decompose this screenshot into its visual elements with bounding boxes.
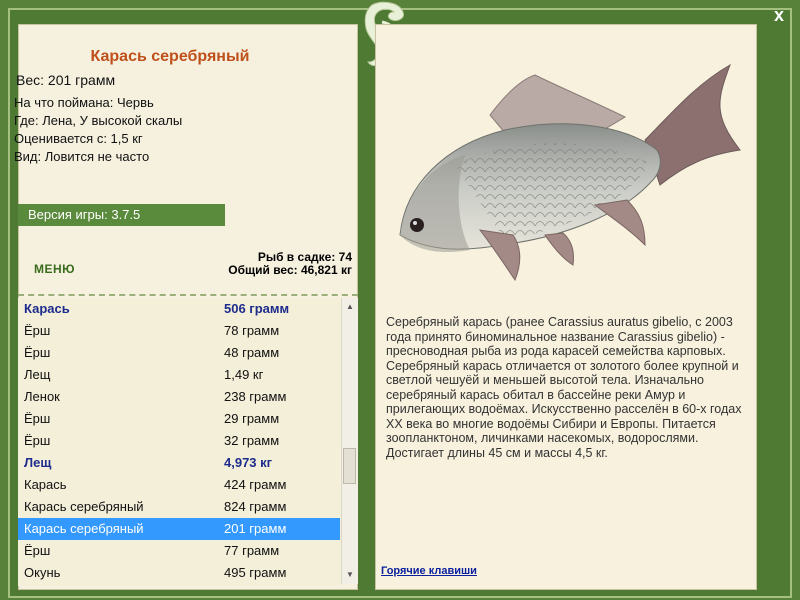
scroll-up-arrow-icon[interactable]: ▲: [342, 300, 358, 314]
list-item-weight: 238 грамм: [224, 389, 287, 404]
list-item-weight: 424 грамм: [224, 477, 287, 492]
list-item-weight: 201 грамм: [224, 521, 287, 536]
list-item[interactable]: Ёрш 48 грамм: [18, 342, 340, 364]
list-item-name: Карась: [24, 301, 70, 316]
list-item[interactable]: Ёрш 77 грамм: [18, 540, 340, 562]
list-item[interactable]: Ёрш 29 грамм: [18, 408, 340, 430]
list-item-name: Карась серебряный: [24, 521, 144, 536]
fish-image: [399, 63, 741, 282]
catch-list[interactable]: Карась 506 грамм Ёрш 78 грамм Ёрш 48 грамм Лещ…: [18, 298, 340, 586]
list-item[interactable]: Карась серебряный 824 грамм: [18, 496, 340, 518]
close-icon[interactable]: x: [774, 5, 784, 25]
list-item-name: Лещ: [24, 455, 52, 470]
fish-description: Серебряный карась (ранее Carassius aurat…: [386, 315, 742, 460]
fish-rarity: Вид: Ловится не часто: [14, 149, 150, 164]
scroll-thumb[interactable]: [343, 448, 356, 484]
fish-bait: На что поймана: Червь: [14, 95, 154, 110]
list-scrollbar[interactable]: ▲ ▼: [341, 298, 358, 584]
list-item-weight: 48 грамм: [224, 345, 280, 360]
version-label: Версия игры: 3.7.5: [18, 204, 225, 226]
hotkeys-link[interactable]: Горячие клавиши: [381, 565, 477, 577]
fish-value: Оценивается с: 1,5 кг: [14, 131, 143, 146]
fish-weight: Вес: 201 грамм: [16, 72, 116, 88]
list-item-weight: 506 грамм: [224, 301, 290, 316]
close-button[interactable]: x: [768, 4, 790, 26]
list-item[interactable]: Ёрш 78 грамм: [18, 320, 340, 342]
list-item[interactable]: Карась серебряный 201 грамм: [18, 518, 340, 540]
list-item-weight: 824 грамм: [224, 499, 287, 514]
list-item-weight: 495 грамм: [224, 565, 287, 580]
list-item-name: Лещ: [24, 367, 51, 382]
list-item-name: Окунь: [24, 565, 61, 580]
list-item-name: Ленок: [24, 389, 60, 404]
list-item-weight: 77 грамм: [224, 543, 280, 558]
list-item-weight: 32 грамм: [224, 433, 280, 448]
list-item-name: Карась серебряный: [24, 499, 144, 514]
list-item-name: Ёрш: [24, 411, 51, 426]
list-item[interactable]: Лещ 1,49 кг: [18, 364, 340, 386]
list-item[interactable]: Лещ 4,973 кг: [18, 452, 340, 474]
fish-title: Карась серебряный: [90, 48, 250, 65]
list-item-weight: 4,973 кг: [224, 455, 273, 470]
menu-button[interactable]: МЕНЮ: [34, 262, 75, 276]
list-item-name: Ёрш: [24, 433, 51, 448]
list-item-name: Карась: [24, 477, 67, 492]
fish-details: На что поймана: Червь Где: Лена, У высок…: [14, 94, 182, 166]
list-item[interactable]: Ёрш 32 грамм: [18, 430, 340, 452]
list-item-weight: 78 грамм: [224, 323, 280, 338]
catch-total-weight: Общий вес: 46,821 кг: [228, 263, 352, 277]
list-item-weight: 1,49 кг: [224, 367, 264, 382]
divider: [18, 294, 358, 296]
list-item-weight: 29 грамм: [224, 411, 280, 426]
list-item-name: Ёрш: [24, 323, 51, 338]
list-item[interactable]: Ленок 238 грамм: [18, 386, 340, 408]
list-item[interactable]: Окунь 495 грамм: [18, 562, 340, 584]
list-item[interactable]: Карась 506 грамм: [18, 298, 340, 320]
list-item[interactable]: Карась 424 грамм: [18, 474, 340, 496]
list-item-name: Ёрш: [24, 543, 51, 558]
list-item-name: Ёрш: [24, 345, 51, 360]
fish-location: Где: Лена, У высокой скалы: [14, 113, 183, 128]
catch-stats: Рыб в садке: 74 Общий вес: 46,821 кг: [228, 251, 352, 277]
scroll-down-arrow-icon[interactable]: ▼: [342, 568, 358, 582]
